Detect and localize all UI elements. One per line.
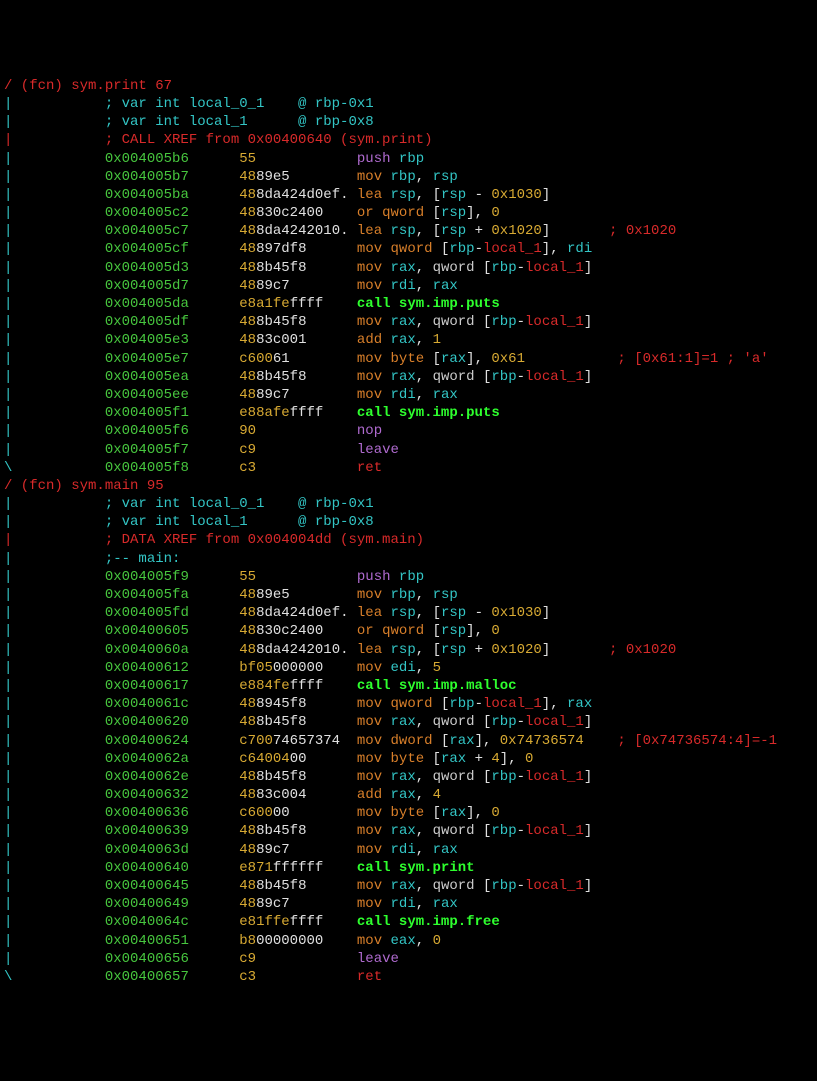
asm-row: | 0x004005ea 488b45f8 mov rax, qword [rb… xyxy=(4,368,813,386)
asm-row: | 0x004005e7 c60061 mov byte [rax], 0x61… xyxy=(4,350,813,368)
asm-row: | 0x0040063d 4889c7 mov rdi, rax xyxy=(4,841,813,859)
asm-row: | 0x004005f1 e88afeffff call sym.imp.put… xyxy=(4,404,813,422)
asm-row: | 0x004005d7 4889c7 mov rdi, rax xyxy=(4,277,813,295)
fn-xref: | ; DATA XREF from 0x004004dd (sym.main) xyxy=(4,531,813,549)
asm-row: | 0x00400632 4883c004 add rax, 4 xyxy=(4,786,813,804)
asm-row: | 0x004005c2 48830c2400 or qword [rsp], … xyxy=(4,204,813,222)
asm-row: | 0x004005f9 55 push rbp xyxy=(4,568,813,586)
asm-row: | 0x00400605 48830c2400 or qword [rsp], … xyxy=(4,622,813,640)
asm-row: | 0x00400656 c9 leave xyxy=(4,950,813,968)
asm-row: | 0x004005b7 4889e5 mov rbp, rsp xyxy=(4,168,813,186)
asm-row: | 0x004005ba 488da424d0ef. lea rsp, [rsp… xyxy=(4,186,813,204)
asm-row: | 0x0040061c 488945f8 mov qword [rbp-loc… xyxy=(4,695,813,713)
asm-row: | 0x004005f7 c9 leave xyxy=(4,441,813,459)
asm-row: | 0x00400617 e884feffff call sym.imp.mal… xyxy=(4,677,813,695)
asm-row: | 0x004005fa 4889e5 mov rbp, rsp xyxy=(4,586,813,604)
asm-row: | 0x0040062a c6400400 mov byte [rax + 4]… xyxy=(4,750,813,768)
asm-row: | 0x00400612 bf05000000 mov edi, 5 xyxy=(4,659,813,677)
asm-row: | 0x00400639 488b45f8 mov rax, qword [rb… xyxy=(4,822,813,840)
asm-row: | 0x0040060a 488da4242010. lea rsp, [rsp… xyxy=(4,641,813,659)
fn-marker: | ;-- main: xyxy=(4,550,813,568)
fn-var: | ; var int local_0_1 @ rbp-0x1 xyxy=(4,495,813,513)
asm-row: \ 0x004005f8 c3 ret xyxy=(4,459,813,477)
asm-row: | 0x004005e3 4883c001 add rax, 1 xyxy=(4,331,813,349)
fn-var: | ; var int local_1 @ rbp-0x8 xyxy=(4,513,813,531)
asm-row: | 0x004005da e8a1feffff call sym.imp.put… xyxy=(4,295,813,313)
asm-row: | 0x00400624 c70074657374 mov dword [rax… xyxy=(4,732,813,750)
asm-row: | 0x00400651 b800000000 mov eax, 0 xyxy=(4,932,813,950)
asm-row: | 0x0040064c e81ffeffff call sym.imp.fre… xyxy=(4,913,813,931)
asm-row: | 0x004005fd 488da424d0ef. lea rsp, [rsp… xyxy=(4,604,813,622)
asm-row: | 0x00400645 488b45f8 mov rax, qword [rb… xyxy=(4,877,813,895)
fn-xref: | ; CALL XREF from 0x00400640 (sym.print… xyxy=(4,131,813,149)
fn-var: | ; var int local_0_1 @ rbp-0x1 xyxy=(4,95,813,113)
asm-row: | 0x004005f6 90 nop xyxy=(4,422,813,440)
asm-row: \ 0x00400657 c3 ret xyxy=(4,968,813,986)
asm-row: | 0x00400636 c60000 mov byte [rax], 0 xyxy=(4,804,813,822)
asm-row: | 0x00400620 488b45f8 mov rax, qword [rb… xyxy=(4,713,813,731)
asm-row: | 0x004005df 488b45f8 mov rax, qword [rb… xyxy=(4,313,813,331)
asm-row: | 0x004005cf 48897df8 mov qword [rbp-loc… xyxy=(4,240,813,258)
fn-header: / (fcn) sym.print 67 xyxy=(4,77,813,95)
asm-row: | 0x00400649 4889c7 mov rdi, rax xyxy=(4,895,813,913)
disassembly-listing: / (fcn) sym.print 67| ; var int local_0_… xyxy=(4,77,813,986)
asm-row: | 0x004005b6 55 push rbp xyxy=(4,150,813,168)
fn-var: | ; var int local_1 @ rbp-0x8 xyxy=(4,113,813,131)
asm-row: | 0x004005d3 488b45f8 mov rax, qword [rb… xyxy=(4,259,813,277)
asm-row: | 0x004005c7 488da4242010. lea rsp, [rsp… xyxy=(4,222,813,240)
fn-header: / (fcn) sym.main 95 xyxy=(4,477,813,495)
asm-row: | 0x0040062e 488b45f8 mov rax, qword [rb… xyxy=(4,768,813,786)
asm-row: | 0x00400640 e871ffffff call sym.print xyxy=(4,859,813,877)
asm-row: | 0x004005ee 4889c7 mov rdi, rax xyxy=(4,386,813,404)
